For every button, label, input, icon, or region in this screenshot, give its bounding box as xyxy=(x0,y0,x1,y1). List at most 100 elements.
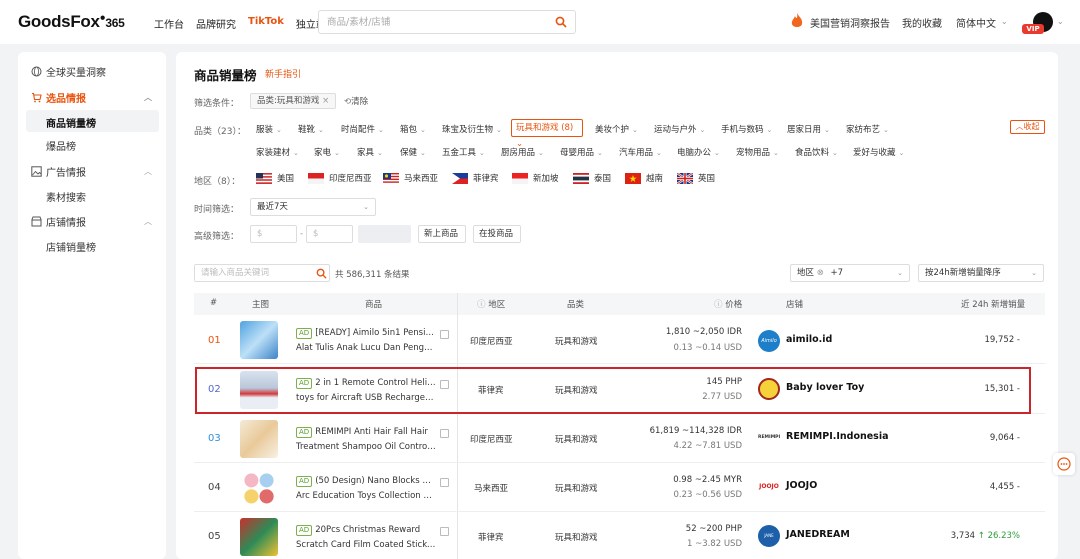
copy-icon[interactable] xyxy=(440,527,449,536)
category-item[interactable]: 美妆个护 ⌄ xyxy=(595,123,638,135)
shop-name[interactable]: JOOJO xyxy=(786,480,817,491)
product-title-line2[interactable]: Treatment Shampoo Oil Control Anti... xyxy=(296,439,436,455)
product-title[interactable]: AD REMIMPI Anti Hair Fall Hair xyxy=(296,424,436,440)
category-item[interactable]: 家纺布艺 ⌄ xyxy=(846,123,889,135)
category-item[interactable]: 运动与户外 ⌄ xyxy=(654,123,705,135)
language-select[interactable]: 简体中文 xyxy=(956,15,996,30)
product-image[interactable] xyxy=(240,469,278,507)
chat-widget[interactable] xyxy=(1053,453,1075,475)
row-category: 玩具和游戏 xyxy=(555,484,598,494)
keyword-input[interactable] xyxy=(195,265,305,281)
shop-logo[interactable]: REMIMPI xyxy=(758,427,780,449)
logo[interactable]: GoodsFox●365 xyxy=(18,12,125,32)
product-title[interactable]: AD 20Pcs Christmas Reward xyxy=(296,522,436,538)
product-image[interactable] xyxy=(240,420,278,458)
region-uk[interactable]: 英国 xyxy=(677,172,715,184)
category-item[interactable]: 家电 ⌄ xyxy=(314,146,340,158)
category-item[interactable]: 珠宝及衍生物 ⌄ xyxy=(442,123,502,135)
vip-badge: VIP xyxy=(1022,24,1044,34)
col-price[interactable]: ⓘ 价格 xyxy=(714,298,742,310)
category-item[interactable]: 时尚配件 ⌄ xyxy=(341,123,384,135)
chat-icon xyxy=(1057,457,1071,471)
category-item[interactable]: 厨房用品 ⌄ xyxy=(501,146,544,158)
category-item-active[interactable]: 玩具和游戏 (8) ⌄ xyxy=(511,119,583,149)
region-ph[interactable]: 菲律宾 xyxy=(452,172,499,184)
product-title[interactable]: AD(50 Design) Nano Blocks Cartoon xyxy=(296,473,436,489)
time-select[interactable]: 最近7天 ⌄ xyxy=(250,198,376,216)
category-item[interactable]: 家装建材 ⌄ xyxy=(256,146,299,158)
product-title[interactable]: AD [READY] Aimilo 5in1 Pensil Set xyxy=(296,325,436,341)
region-th[interactable]: 泰国 xyxy=(573,172,611,184)
row-price-usd: 4.22 ~7.81 USD xyxy=(673,441,742,451)
product-title-line2[interactable]: Arc Education Toys Collection Hotte... xyxy=(296,488,436,504)
category-item[interactable]: 电脑办公 ⌄ xyxy=(677,146,720,158)
category-item[interactable]: 家具 ⌄ xyxy=(357,146,383,158)
chevron-up-icon: ︿ xyxy=(144,92,152,102)
col-region[interactable]: ⓘ 地区 xyxy=(477,298,505,310)
close-icon: ⊗ xyxy=(816,268,824,278)
row-rank: 03 xyxy=(208,433,221,444)
shop-name[interactable]: aimilo.id xyxy=(786,334,832,345)
guide-link[interactable]: 新手指引 xyxy=(265,67,301,80)
nav-tiktok[interactable]: TikTok xyxy=(248,16,284,31)
row-price-local: 61,819 ~114,328 IDR xyxy=(649,426,742,436)
region-sg[interactable]: 新加坡 xyxy=(512,172,559,184)
sidebar-item-hot[interactable]: 爆品榜 xyxy=(46,138,76,153)
search-icon[interactable] xyxy=(316,268,327,279)
sidebar-item-shop-rank[interactable]: 店铺销量榜 xyxy=(46,239,96,254)
category-item[interactable]: 服装 ⌄ xyxy=(256,123,282,135)
nav-brand-research[interactable]: 品牌研究 xyxy=(196,16,236,31)
price-max-input[interactable]: $ xyxy=(306,225,353,243)
sidebar-item-global[interactable]: 全球买量洞察 xyxy=(18,60,166,82)
region-my[interactable]: 马来西亚 xyxy=(383,172,438,184)
copy-icon[interactable] xyxy=(440,478,449,487)
sort-select[interactable]: 按24h新增销量降序 ⌄ xyxy=(918,264,1044,282)
copy-icon[interactable] xyxy=(440,429,449,438)
category-item[interactable]: 保健 ⌄ xyxy=(400,146,426,158)
category-label: 品类（23）： xyxy=(194,127,246,137)
category-item[interactable]: 箱包 ⌄ xyxy=(400,123,426,135)
nav-workbench[interactable]: 工作台 xyxy=(154,16,184,31)
category-item[interactable]: 宠物用品 ⌄ xyxy=(736,146,779,158)
sidebar-item-product-intel[interactable]: 选品情报 ︿ xyxy=(18,86,166,108)
on-ad-filter[interactable]: 在投商品 xyxy=(473,225,521,243)
product-title-line2[interactable]: Alat Tulis Anak Lucu Dan Penghapus... xyxy=(296,340,436,356)
category-item[interactable]: 母婴用品 ⌄ xyxy=(560,146,603,158)
sidebar-item-sales-rank[interactable]: 商品销量榜 xyxy=(46,115,96,130)
shop-name[interactable]: JANEDREAM xyxy=(786,529,850,540)
sidebar-item-shop-intel[interactable]: 店铺情报 ︿ xyxy=(18,210,166,232)
region-vn[interactable]: 越南 xyxy=(625,172,663,184)
shop-logo[interactable]: JANE DREAM xyxy=(758,525,780,559)
category-item[interactable]: 汽车用品 ⌄ xyxy=(619,146,662,158)
cart-icon xyxy=(32,92,42,102)
clear-button[interactable]: ⟲清除 xyxy=(344,95,368,107)
sidebar-item-ad-intel[interactable]: 广告情报 ︿ xyxy=(18,160,166,182)
search-input[interactable] xyxy=(319,11,539,33)
copy-icon[interactable] xyxy=(440,330,449,339)
product-title-line2[interactable]: Scratch Card Film Coated Stickers... xyxy=(296,537,436,553)
product-image[interactable] xyxy=(240,321,278,359)
new-listing-filter[interactable]: 新上商品 xyxy=(418,225,466,243)
region-us[interactable]: 美国 xyxy=(256,172,294,184)
category-item[interactable]: 居家日用 ⌄ xyxy=(787,123,830,135)
collapse-button[interactable]: ︿收起 xyxy=(1010,120,1045,134)
category-item[interactable]: 食品饮料 ⌄ xyxy=(795,146,838,158)
category-item[interactable]: 爱好与收藏 ⌄ xyxy=(853,146,904,158)
region-filter-select[interactable]: 地区 ⊗ +7 ⌄ xyxy=(790,264,910,282)
row-price-usd: 1 ~3.82 USD xyxy=(686,539,742,549)
product-image[interactable] xyxy=(240,518,278,556)
shop-name[interactable]: REMIMPI.Indonesia xyxy=(786,431,889,442)
price-min-input[interactable]: $ xyxy=(250,225,297,243)
shop-logo[interactable]: Aimilo xyxy=(758,330,780,352)
region-id[interactable]: 印度尼西亚 xyxy=(308,172,372,184)
search-icon[interactable] xyxy=(555,16,567,28)
report-link[interactable]: 美国营销洞察报告 xyxy=(810,15,890,30)
shop-logo[interactable]: JOOJO xyxy=(758,476,780,498)
favorites-link[interactable]: 我的收藏 xyxy=(902,15,942,30)
category-item[interactable]: 手机与数码 ⌄ xyxy=(721,123,772,135)
category-item[interactable]: 鞋靴 ⌄ xyxy=(298,123,324,135)
category-item[interactable]: 五金工具 ⌄ xyxy=(442,146,485,158)
filter-chip[interactable]: 品类:玩具和游戏 × xyxy=(250,93,337,109)
time-label: 时间筛选： xyxy=(194,205,240,215)
sidebar-item-material-search[interactable]: 素材搜索 xyxy=(46,189,86,204)
